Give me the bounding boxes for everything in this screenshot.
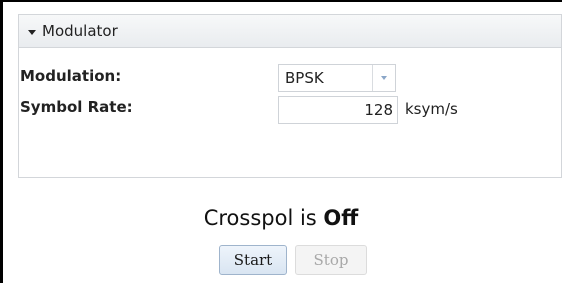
stop-button[interactable]: Stop <box>295 245 367 275</box>
status-state: Off <box>323 206 359 230</box>
crosspol-status: Crosspol is Off <box>0 206 562 230</box>
symbol-rate-label: Symbol Rate: <box>20 98 133 116</box>
modulator-panel-header[interactable]: Modulator <box>19 15 561 48</box>
start-button[interactable]: Start <box>219 245 287 275</box>
status-prefix: Crosspol is <box>203 206 317 230</box>
modulation-label: Modulation: <box>20 67 122 85</box>
symbol-rate-row: Symbol Rate: <box>20 98 276 116</box>
symbol-rate-unit: ksym/s <box>405 100 458 118</box>
modulation-select[interactable]: BPSK <box>278 64 396 92</box>
modulation-row: Modulation: <box>20 67 276 85</box>
dropdown-button[interactable] <box>372 65 395 91</box>
panel-title: Modulator <box>42 22 118 40</box>
collapse-caret-icon[interactable] <box>28 29 36 35</box>
symbol-rate-input[interactable]: 128 <box>278 96 398 124</box>
modulation-selected-value: BPSK <box>285 69 324 87</box>
chevron-down-icon <box>381 76 387 80</box>
